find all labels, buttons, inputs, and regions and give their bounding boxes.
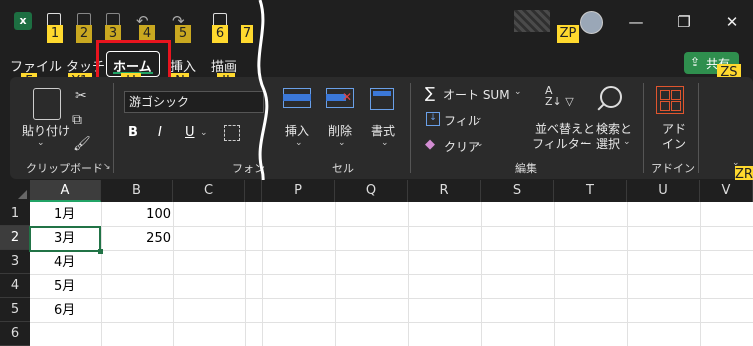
share-icon: ⇪	[690, 55, 701, 69]
underline-dropdown-icon[interactable]: ⌄	[200, 128, 208, 138]
active-cell-selection[interactable]	[29, 226, 101, 252]
column-header-p[interactable]: P	[262, 180, 335, 202]
fill-icon[interactable]: ↓	[426, 112, 440, 126]
cell-b2[interactable]: 250	[101, 227, 171, 251]
column-header-a[interactable]: A	[30, 180, 101, 202]
border-icon[interactable]	[224, 125, 240, 141]
bold-button[interactable]: B	[128, 125, 138, 140]
row-header-4[interactable]: 4	[0, 274, 30, 298]
column-header-c[interactable]: C	[173, 180, 245, 202]
cell-a5[interactable]: 6月	[54, 299, 75, 323]
clipboard-launcher-icon[interactable]: ↘	[103, 162, 111, 172]
grid-line	[30, 322, 753, 323]
fill-dropdown-icon[interactable]: ⌄	[475, 113, 483, 123]
group-divider	[410, 83, 411, 173]
cell-a4[interactable]: 5月	[54, 275, 75, 299]
cut-icon[interactable]: ✂	[75, 88, 87, 104]
paste-dropdown-icon[interactable]: ⌄	[37, 138, 45, 148]
column-header-b[interactable]: B	[101, 180, 173, 202]
addins-icon[interactable]	[656, 86, 684, 114]
row-header-5[interactable]: 5	[0, 298, 30, 322]
format-cells-icon[interactable]	[370, 88, 394, 110]
clear-icon[interactable]: ◆	[425, 137, 435, 152]
group-divider	[643, 83, 644, 173]
sort-filter-dropdown-icon[interactable]: ⌄	[580, 137, 588, 147]
close-icon[interactable]: ✕	[720, 12, 744, 32]
column-header-s[interactable]: S	[481, 180, 554, 202]
paste-icon[interactable]	[33, 88, 61, 120]
font-name-dropdown[interactable]: 游ゴシック	[124, 91, 264, 113]
column-header-u[interactable]: U	[627, 180, 700, 202]
cells-group-label: セル	[332, 162, 354, 175]
grid-line	[30, 298, 753, 299]
sort-filter-icon[interactable]: A Z↓ ▽	[545, 85, 574, 107]
underline-button[interactable]: U	[185, 125, 195, 140]
format-dropdown-icon[interactable]: ⌄	[381, 138, 389, 148]
format-painter-icon[interactable]: 🖌	[73, 136, 91, 152]
column-header-hidden	[245, 180, 262, 202]
row-header-3[interactable]: 3	[0, 250, 30, 274]
keytip-5: 5	[175, 25, 191, 43]
column-header-r[interactable]: R	[408, 180, 481, 202]
insert-cells-icon[interactable]	[283, 88, 311, 108]
cell-a3[interactable]: 4月	[54, 251, 75, 275]
clipboard-group-label: クリップボード	[26, 162, 103, 175]
keytip-2: 2	[76, 25, 92, 43]
find-select-label-2[interactable]: 選択	[596, 135, 620, 152]
copy-icon[interactable]: ⧉	[72, 112, 82, 128]
row-header-2[interactable]: 2	[0, 226, 30, 250]
maximize-icon[interactable]: ❐	[672, 12, 696, 32]
row-header-1[interactable]: 1	[0, 202, 30, 226]
addins-label-2[interactable]: イン	[662, 135, 686, 152]
keytip-account: ZP	[557, 25, 579, 43]
group-divider	[698, 83, 699, 173]
autosum-icon[interactable]: ∑	[425, 84, 435, 102]
find-select-dropdown-icon[interactable]: ⌄	[623, 137, 631, 147]
delete-dropdown-icon[interactable]: ⌄	[338, 138, 346, 148]
select-all-corner[interactable]	[0, 180, 30, 202]
editing-group-label: 編集	[515, 162, 537, 175]
insert-cells-button[interactable]: 挿入	[285, 122, 309, 139]
addins-group-label: アドイン	[651, 162, 695, 175]
paste-button[interactable]: 貼り付け	[22, 122, 70, 139]
column-header-t[interactable]: T	[554, 180, 627, 202]
fill-handle[interactable]	[98, 249, 103, 254]
delete-cells-button[interactable]: 削除	[328, 122, 352, 139]
column-header-q[interactable]: Q	[335, 180, 408, 202]
account-name-blurred	[514, 10, 550, 32]
insert-dropdown-icon[interactable]: ⌄	[295, 138, 303, 148]
cell-b1[interactable]: 100	[101, 203, 171, 227]
autosum-button[interactable]: オート SUM	[443, 86, 510, 103]
clear-button[interactable]: クリア	[444, 138, 480, 155]
autosum-dropdown-icon[interactable]: ⌄	[514, 87, 522, 97]
delete-cells-icon[interactable]: ✕	[326, 88, 354, 108]
minimize-icon[interactable]: —	[624, 12, 648, 32]
row-header-6[interactable]: 6	[0, 322, 30, 346]
italic-button[interactable]: I	[158, 125, 162, 140]
excel-logo-icon: x	[14, 12, 32, 30]
grid-line	[30, 274, 753, 275]
avatar[interactable]	[580, 11, 603, 34]
format-cells-button[interactable]: 書式	[371, 122, 395, 139]
keytip-1: 1	[47, 25, 63, 43]
group-divider	[113, 83, 114, 173]
column-header-v[interactable]: V	[700, 180, 753, 202]
screenshot-cut-line	[257, 0, 269, 205]
cell-a1[interactable]: 1月	[54, 203, 75, 227]
clear-dropdown-icon[interactable]: ⌄	[476, 139, 484, 149]
keytip-6: 6	[212, 25, 228, 43]
